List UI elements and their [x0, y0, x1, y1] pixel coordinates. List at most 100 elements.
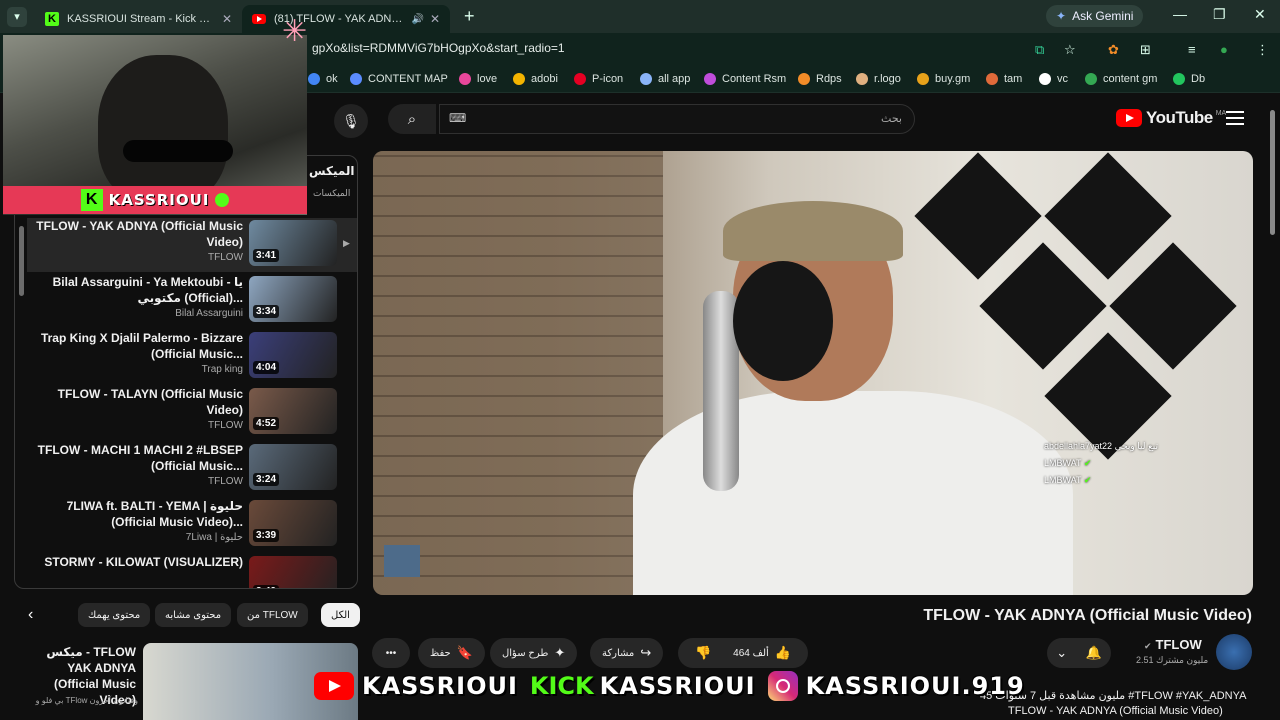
chevron-left-icon[interactable]: ‹ — [28, 606, 33, 624]
bookmark-item[interactable]: Rdps — [798, 73, 842, 85]
chat-line: LMBWAT ✔ — [1044, 475, 1092, 485]
bookmark-item[interactable]: Content Rsm — [704, 73, 786, 85]
playlist-item[interactable]: Bilal Assarguini - Ya Mektoubi - يا مكتو… — [27, 274, 345, 328]
playlist-item-thumbnail[interactable]: 3:41 — [249, 220, 337, 266]
bookmark-item[interactable]: CONTENT MAP — [350, 73, 448, 85]
bookmark-label: Content Rsm — [722, 73, 787, 85]
chip-for-you[interactable]: محتوى يهمك — [78, 603, 151, 627]
more-vert-icon[interactable]: ⋮ — [1256, 42, 1269, 58]
keyboard-icon[interactable]: ⌨ — [449, 111, 466, 125]
menu-icon[interactable] — [1226, 111, 1244, 129]
bookmark-item[interactable]: ok — [308, 73, 338, 85]
subscription-bell-button[interactable]: ⌄ 🔔 — [1047, 638, 1111, 668]
youtube-favicon-icon — [252, 14, 266, 24]
minimize-icon[interactable]: — — [1173, 6, 1187, 22]
address-bar[interactable]: gpXo&list=RDMMViG7bHOgpXo&start_radio=1 — [312, 41, 565, 55]
playlist-item[interactable]: TFLOW - MACHI 1 MACHI 2 #LBSEP (Official… — [27, 442, 345, 496]
profile-avatar-icon[interactable]: ● — [1220, 42, 1228, 57]
subscriber-count: 2.51 مليون مشترك — [1136, 655, 1209, 665]
extension-icon[interactable]: ✿ — [1108, 42, 1119, 58]
playlist-item[interactable]: Trap King X Djalil Palermo - Bizzare (Of… — [27, 330, 345, 384]
next-up-subtitle: بي فلو و TFlow وفنانون آخرون — [35, 696, 138, 705]
verified-icon: ✔ — [1144, 641, 1152, 651]
channel-name[interactable]: ✔ TFLOW — [1144, 637, 1202, 652]
playlist-item-channel: Trap king — [201, 364, 243, 375]
webcam-name-banner: K KASSRIOUI — [3, 186, 307, 214]
youtube-play-icon — [1116, 109, 1142, 127]
page-scrollbar[interactable] — [1270, 110, 1275, 235]
like-dislike-group: 👎 464 ألف 👍 — [678, 638, 808, 668]
cast-icon[interactable]: ⧉ — [1035, 42, 1044, 58]
bookmark-item[interactable]: tam — [986, 73, 1022, 85]
chip-from-channel[interactable]: من TFLOW — [237, 603, 308, 627]
microphone-icon[interactable]: 🎙 — [334, 104, 368, 138]
playlist-item-thumbnail[interactable]: 3:34 — [249, 276, 337, 322]
search-input[interactable]: بحث — [439, 104, 915, 134]
playlist-item[interactable]: 7LIWA ft. BALTI - YEMA | حليوة (Official… — [27, 498, 345, 552]
playlist-scrollbar[interactable] — [19, 226, 24, 296]
playlist-item-thumbnail[interactable]: 3:24 — [249, 444, 337, 490]
bookmark-item[interactable]: love — [459, 73, 497, 85]
bookmark-item[interactable]: Db — [1173, 73, 1205, 85]
playlist-item[interactable]: STORMY - KILOWAT (VISUALIZER) 2:49 — [27, 554, 345, 588]
maximize-icon[interactable]: ❐ — [1213, 6, 1226, 23]
bookmark-star-icon[interactable]: ☆ — [1064, 42, 1076, 58]
playlist-item-title: TFLOW - MACHI 1 MACHI 2 #LBSEP (Official… — [37, 443, 243, 473]
playlist-item-thumbnail[interactable]: 3:39 — [249, 500, 337, 546]
mini-avatar — [384, 545, 420, 577]
youtube-logo[interactable]: YouTube MA — [1116, 108, 1226, 128]
bookmark-item[interactable]: content gm — [1085, 73, 1157, 85]
playlist-item-thumbnail[interactable]: 4:04 — [249, 332, 337, 378]
dislike-icon[interactable]: 👎 — [695, 645, 711, 661]
close-icon[interactable]: ✕ — [430, 12, 440, 26]
playlist-item-text: Trap King X Djalil Palermo - Bizzare (Of… — [27, 330, 243, 375]
bookmark-favicon-icon — [856, 73, 868, 85]
window-close-icon[interactable]: ✕ — [1254, 6, 1266, 23]
youtube-wordmark: YouTube — [1146, 108, 1213, 127]
playlist-item-thumbnail[interactable]: 2:49 — [249, 556, 337, 588]
playlist-item-thumbnail[interactable]: 4:52 — [249, 388, 337, 434]
video-player[interactable] — [373, 151, 1253, 595]
bookmark-item[interactable]: buy.gm — [917, 73, 970, 85]
more-actions-button[interactable]: ••• — [372, 638, 410, 668]
playlist-title: الميكس — [309, 164, 355, 178]
ask-button[interactable]: طرح سؤال ✦ — [490, 638, 578, 668]
search-icon[interactable]: ⌕ — [388, 104, 436, 134]
channel-avatar[interactable] — [1216, 634, 1252, 670]
bookmark-item[interactable]: r.logo — [856, 73, 901, 85]
playlist-item-channel: 7Liwa | حليوة — [185, 532, 243, 543]
puzzle-icon[interactable]: ⊞ — [1140, 42, 1151, 58]
duration-badge: 2:49 — [253, 585, 280, 588]
chip-related[interactable]: محتوى مشابه — [155, 603, 232, 627]
playlist-item[interactable]: TFLOW - YAK ADNYA (Official Music Video)… — [27, 218, 357, 272]
new-tab-icon[interactable]: + — [464, 6, 475, 27]
bookmark-item[interactable]: adobi — [513, 73, 558, 85]
tab-kick-dashboard[interactable]: K KASSRIOUI Stream - Kick Dashb ✕ — [35, 5, 242, 33]
tab-search-icon[interactable]: ▾ — [7, 6, 27, 27]
bookmark-favicon-icon — [798, 73, 810, 85]
bookmark-item[interactable]: P-icon — [574, 73, 623, 85]
sparkle-sticker-icon: ✳ — [282, 15, 308, 48]
tab-youtube[interactable]: (81) TFLOW - YAK ADNYA ( 🔊 ✕ — [242, 5, 450, 33]
video-title: TFLOW - YAK ADNYA (Official Music Video) — [923, 607, 1252, 624]
ask-gemini-button[interactable]: ✦ Ask Gemini — [1046, 5, 1144, 27]
like-icon[interactable]: 👍 — [775, 645, 791, 661]
duration-badge: 3:34 — [253, 305, 280, 318]
bookmark-item[interactable]: all app — [640, 73, 690, 85]
tab-strip: ▾ K KASSRIOUI Stream - Kick Dashb ✕ (81)… — [0, 0, 1280, 33]
chat-line: LMBWAT ✔ — [1044, 458, 1092, 468]
reading-list-icon[interactable]: ≡ — [1188, 42, 1196, 57]
speaker-icon[interactable]: 🔊 — [411, 14, 423, 25]
bookmark-item[interactable]: vc — [1039, 73, 1068, 85]
playlist-item[interactable]: TFLOW - TALAYN (Official Music Video) TFL… — [27, 386, 345, 440]
chat-line: abdellahla7yat22 تبع ليا وبحى — [1044, 441, 1158, 451]
playlist-subtitle: الميكسات — [313, 188, 351, 198]
bookmark-label: P-icon — [592, 73, 624, 85]
save-button[interactable]: حفظ 🔖 — [418, 638, 485, 668]
bookmark-icon: 🔖 — [456, 645, 473, 660]
bookmark-label: love — [477, 73, 498, 85]
streamer-name: KASSRIOUI — [108, 191, 210, 209]
chip-all[interactable]: الكل — [321, 603, 360, 627]
share-button[interactable]: مشاركة ↪ — [590, 638, 664, 668]
close-icon[interactable]: ✕ — [222, 12, 232, 26]
